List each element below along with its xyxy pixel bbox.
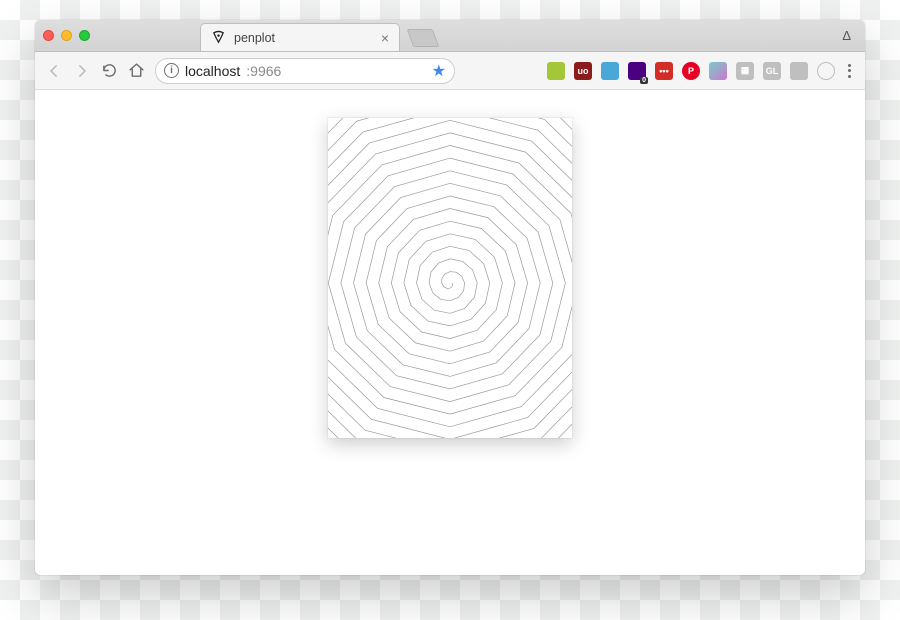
plot-canvas — [328, 118, 572, 438]
pinterest-icon[interactable]: P — [682, 62, 700, 80]
browser-toolbar: i localhost :9966 ★ uo ••• P ▦ GL — [35, 52, 865, 90]
penplot-favicon-icon — [211, 30, 226, 45]
site-info-icon[interactable]: i — [164, 63, 179, 78]
circle-ext-icon[interactable] — [817, 62, 835, 80]
spiral-plot-svg — [328, 118, 572, 438]
browser-window: penplot × Δ i localhost:9966 ★ uo •• — [35, 20, 865, 575]
reload-button[interactable] — [101, 62, 118, 79]
tab-close-button[interactable]: × — [381, 31, 389, 45]
notes-ext-icon[interactable] — [790, 62, 808, 80]
address-bar[interactable]: i localhost :9966 ★ — [155, 58, 455, 84]
lastpass-label: ••• — [659, 66, 668, 76]
gl-ext-icon[interactable]: GL — [763, 62, 781, 80]
window-minimize-button[interactable] — [61, 30, 72, 41]
window-controls — [43, 20, 90, 51]
window-zoom-button[interactable] — [79, 30, 90, 41]
ublock-label: uo — [578, 66, 589, 76]
home-button[interactable] — [128, 62, 145, 79]
extensions-row: uo ••• P ▦ GL — [547, 62, 855, 80]
grid-label: ▦ — [741, 65, 750, 76]
grid-ext-icon[interactable]: ▦ — [736, 62, 754, 80]
gl-label: GL — [766, 66, 779, 76]
ghostery-icon[interactable] — [601, 62, 619, 80]
back-button[interactable] — [45, 62, 63, 80]
window-close-button[interactable] — [43, 30, 54, 41]
pinterest-label: P — [688, 66, 694, 76]
delta-indicator-icon[interactable]: Δ — [842, 28, 851, 43]
page-content — [35, 90, 865, 575]
tab-strip: penplot × Δ — [35, 20, 865, 52]
android-icon[interactable] — [547, 62, 565, 80]
url-host: localhost — [185, 63, 240, 79]
purple-ext-icon[interactable] — [628, 62, 646, 80]
browser-tab[interactable]: penplot × — [200, 23, 400, 51]
ublock-icon[interactable]: uo — [574, 62, 592, 80]
forward-button[interactable] — [73, 62, 91, 80]
eyedropper-icon[interactable] — [709, 62, 727, 80]
bookmark-star-icon[interactable]: ★ — [432, 61, 446, 81]
browser-menu-button[interactable] — [844, 64, 855, 78]
new-tab-button[interactable] — [407, 29, 440, 47]
lastpass-icon[interactable]: ••• — [655, 62, 673, 80]
url-port: :9966 — [246, 63, 281, 79]
tab-title: penplot — [234, 31, 275, 45]
